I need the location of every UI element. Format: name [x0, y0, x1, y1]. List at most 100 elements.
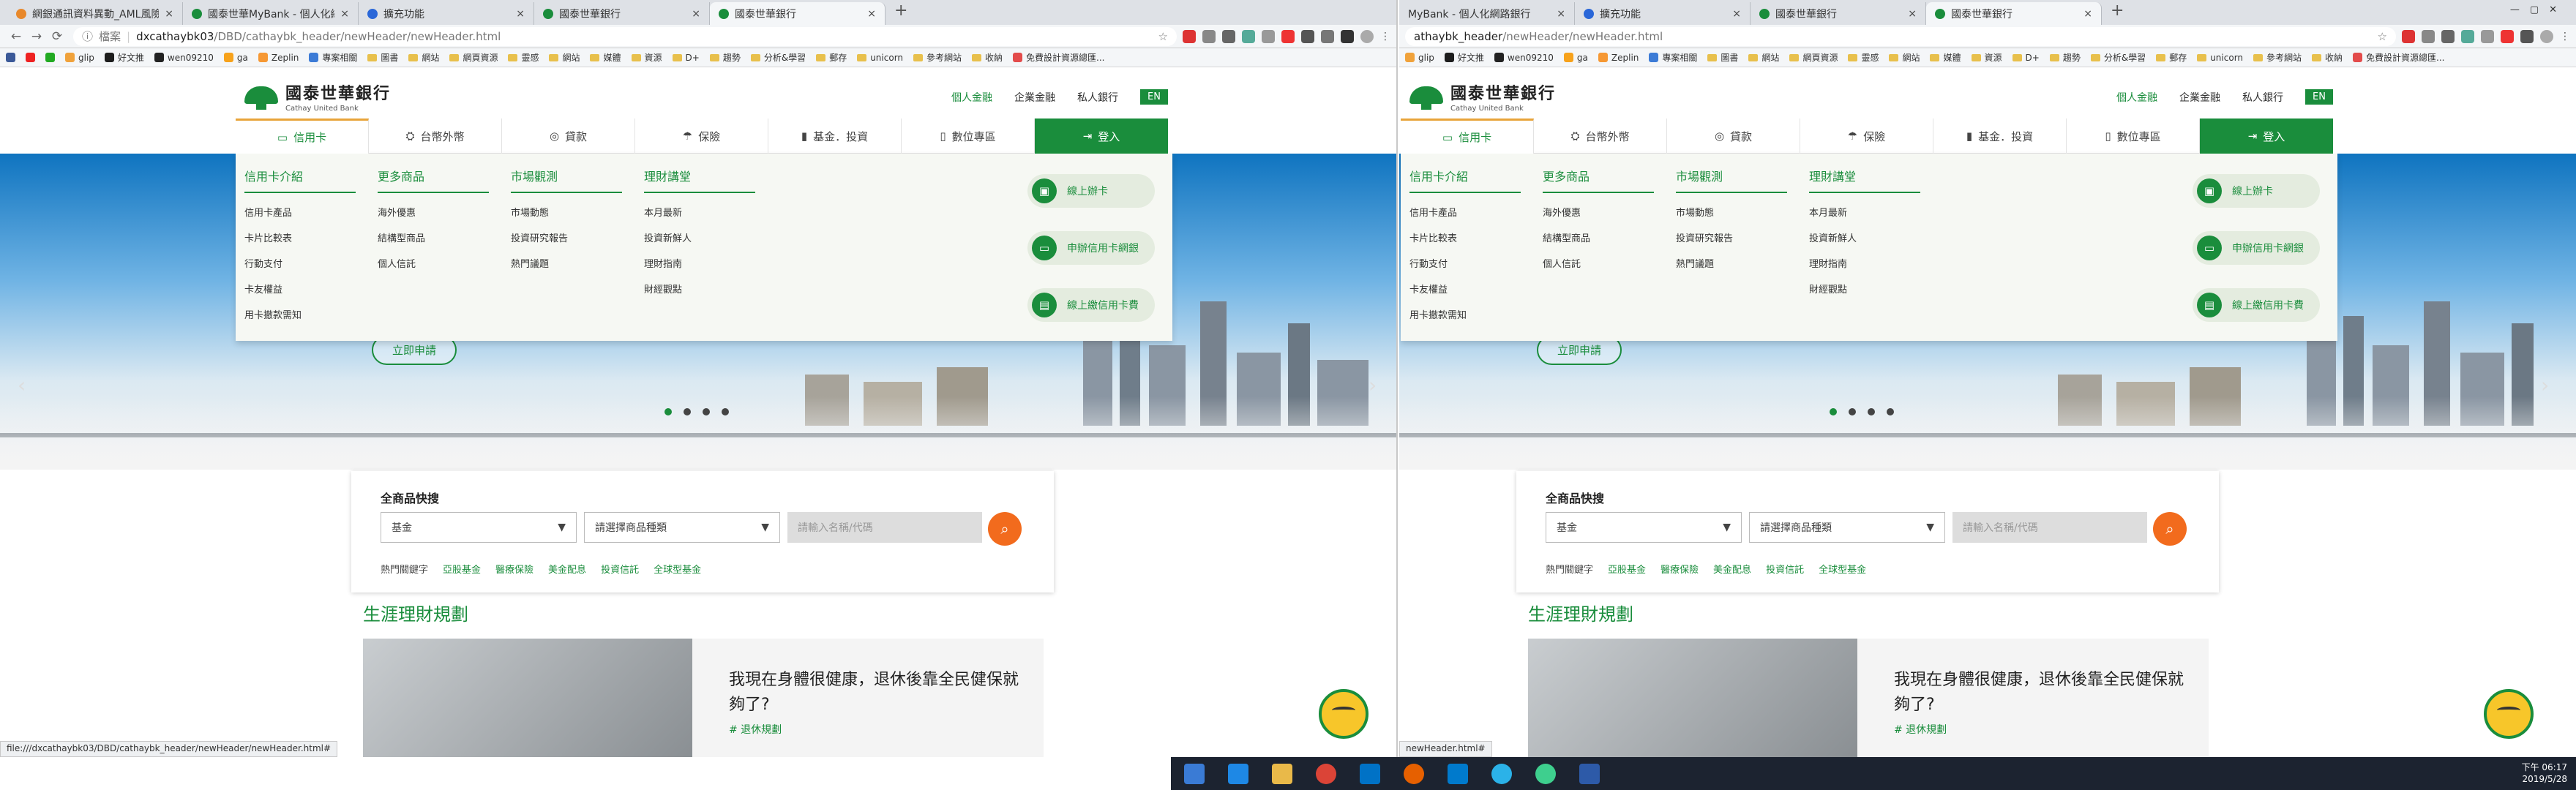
hot-keyword-link[interactable]: 亞股基金: [1608, 562, 1646, 576]
menu-column-title[interactable]: 市場觀測: [511, 167, 622, 193]
carousel-dot[interactable]: [1830, 408, 1837, 415]
bookmark-item[interactable]: glip: [1405, 51, 1434, 64]
tab[interactable]: 國泰世華銀行 ×: [534, 2, 710, 25]
bookmark-item[interactable]: ga: [1563, 51, 1588, 64]
menu-item[interactable]: 卡友權益: [244, 282, 356, 296]
menu-column-title[interactable]: 信用卡介紹: [244, 167, 356, 193]
article-tag[interactable]: # 退休規劃: [729, 722, 782, 737]
extension-icon[interactable]: [1341, 29, 1354, 43]
extension-icon[interactable]: [2461, 29, 2474, 43]
menu-item[interactable]: 市場動態: [1676, 205, 1787, 219]
quick-card-netbank-button[interactable]: ▭ 申辦信用卡網銀: [1027, 231, 1155, 265]
nav-fund[interactable]: ▮ 基金．投資: [1933, 118, 2067, 154]
start-icon[interactable]: [1184, 764, 1205, 784]
keyword-input[interactable]: 請輸入名稱/代碼: [1952, 512, 2147, 543]
forward-icon[interactable]: →: [26, 29, 47, 44]
hot-keyword-link[interactable]: 投資信託: [601, 562, 639, 576]
carousel-dot[interactable]: [1868, 408, 1875, 415]
app-icon[interactable]: [1491, 764, 1512, 784]
carousel-dot[interactable]: [684, 408, 691, 415]
menu-item[interactable]: 財經觀點: [1809, 282, 1920, 296]
link-private[interactable]: 私人銀行: [1077, 90, 1118, 105]
nav-credit-card[interactable]: ▭ 信用卡: [1401, 118, 1534, 154]
bookmark-item[interactable]: glip: [65, 51, 94, 64]
menu-item[interactable]: 投資新鮮人: [644, 230, 755, 244]
system-tray[interactable]: 下午 06:17 2019/5/28: [2522, 761, 2567, 785]
chatbot-mascot-icon[interactable]: [1319, 689, 1368, 739]
link-personal[interactable]: 個人金融: [2116, 90, 2157, 105]
search-button[interactable]: ⌕: [988, 512, 1022, 546]
prev-slide-icon[interactable]: ‹: [18, 373, 26, 397]
next-slide-icon[interactable]: ›: [1368, 373, 1377, 397]
file-explorer-icon[interactable]: [1272, 764, 1292, 784]
extension-icon[interactable]: [1242, 29, 1255, 43]
language-en-button[interactable]: EN: [1140, 89, 1168, 105]
bookmark-item[interactable]: ga: [223, 51, 248, 64]
menu-column-title[interactable]: 理財講堂: [644, 167, 755, 193]
article-tag[interactable]: # 退休規劃: [1894, 722, 1947, 737]
nav-insurance[interactable]: ☂ 保險: [635, 118, 768, 154]
hot-keyword-link[interactable]: 全球型基金: [654, 562, 701, 576]
bookmark-item[interactable]: 趨勢: [709, 51, 741, 64]
quick-pay-bill-button[interactable]: ▤ 線上繳信用卡費: [2193, 288, 2320, 322]
nav-login[interactable]: ⇥ 登入: [1035, 118, 1168, 154]
menu-icon[interactable]: ⋮: [1380, 31, 1390, 42]
extension-icon[interactable]: [2501, 29, 2514, 43]
hot-keyword-link[interactable]: 醫療保險: [495, 562, 533, 576]
profile-icon[interactable]: [1360, 29, 1374, 43]
bookmark-item[interactable]: 郵存: [816, 51, 847, 64]
link-corporate[interactable]: 企業金融: [1014, 90, 1055, 105]
bookmark-item[interactable]: unicorn: [857, 51, 903, 64]
bookmark-item[interactable]: 收納: [972, 51, 1003, 64]
close-icon[interactable]: ×: [165, 8, 173, 20]
bookmark-item[interactable]: 參考網站: [913, 51, 962, 64]
menu-item[interactable]: 用卡撤款需知: [1409, 307, 1521, 321]
bookmark-item[interactable]: 網頁資源: [1789, 51, 1838, 64]
extension-icon[interactable]: [1301, 29, 1314, 43]
menu-item[interactable]: 卡片比較表: [1409, 230, 1521, 244]
carousel-dot[interactable]: [722, 408, 729, 415]
extension-icon[interactable]: [2481, 29, 2494, 43]
tab[interactable]: 擴充功能 ×: [359, 2, 534, 25]
menu-item[interactable]: 財經觀點: [644, 282, 755, 296]
bookmark-item[interactable]: D+: [672, 51, 700, 64]
bookmark-icon[interactable]: [45, 53, 55, 62]
menu-item[interactable]: 海外優惠: [378, 205, 489, 219]
tab-active[interactable]: 國泰世華銀行 ×: [1926, 2, 2102, 25]
menu-item[interactable]: 理財指南: [644, 256, 755, 270]
nav-digital[interactable]: ▯ 數位專區: [902, 118, 1035, 154]
nav-credit-card[interactable]: ▭ 信用卡: [236, 118, 369, 154]
extension-icon[interactable]: [1222, 29, 1235, 43]
extension-icon[interactable]: [1321, 29, 1334, 43]
menu-item[interactable]: 卡友權益: [1409, 282, 1521, 296]
bookmark-item[interactable]: unicorn: [2197, 51, 2243, 64]
carousel-dot[interactable]: [1849, 408, 1856, 415]
bookmark-item[interactable]: 圖書: [367, 51, 398, 64]
menu-item[interactable]: 本月最新: [1809, 205, 1920, 219]
bookmark-item[interactable]: wen09210: [1494, 51, 1554, 64]
product-category-select[interactable]: 請選擇商品種類 ▼: [584, 512, 780, 543]
tab[interactable]: 網銀通訊資料異動_AML風險資料... ×: [7, 2, 183, 25]
bookmark-item[interactable]: 圖書: [1707, 51, 1738, 64]
menu-item[interactable]: 卡片比較表: [244, 230, 356, 244]
close-icon[interactable]: ×: [1557, 8, 1565, 20]
nav-currency[interactable]: ⛭ 台幣外幣: [1534, 118, 1667, 154]
star-icon[interactable]: ☆: [2378, 30, 2387, 43]
bookmark-item[interactable]: 郵存: [2156, 51, 2187, 64]
menu-item[interactable]: 行動支付: [244, 256, 356, 270]
menu-item[interactable]: 結構型商品: [378, 230, 489, 244]
hot-keyword-link[interactable]: 美金配息: [548, 562, 586, 576]
tab[interactable]: MyBank - 個人化網路銀行 ×: [1399, 2, 1575, 25]
hot-keyword-link[interactable]: 美金配息: [1713, 562, 1751, 576]
menu-item[interactable]: 信用卡產品: [244, 205, 356, 219]
extension-icon[interactable]: [2441, 29, 2455, 43]
menu-item[interactable]: 投資新鮮人: [1809, 230, 1920, 244]
extension-icon[interactable]: [1281, 29, 1295, 43]
bank-logo[interactable]: 國泰世華銀行 Cathay United Bank: [243, 80, 391, 113]
nav-digital[interactable]: ▯ 數位專區: [2067, 118, 2200, 154]
menu-item[interactable]: 行動支付: [1409, 256, 1521, 270]
bookmark-item[interactable]: 參考網站: [2253, 51, 2302, 64]
bank-logo[interactable]: 國泰世華銀行 Cathay United Bank: [1408, 80, 1556, 113]
menu-column-title[interactable]: 理財講堂: [1809, 167, 1920, 193]
extension-icon[interactable]: [1262, 29, 1275, 43]
